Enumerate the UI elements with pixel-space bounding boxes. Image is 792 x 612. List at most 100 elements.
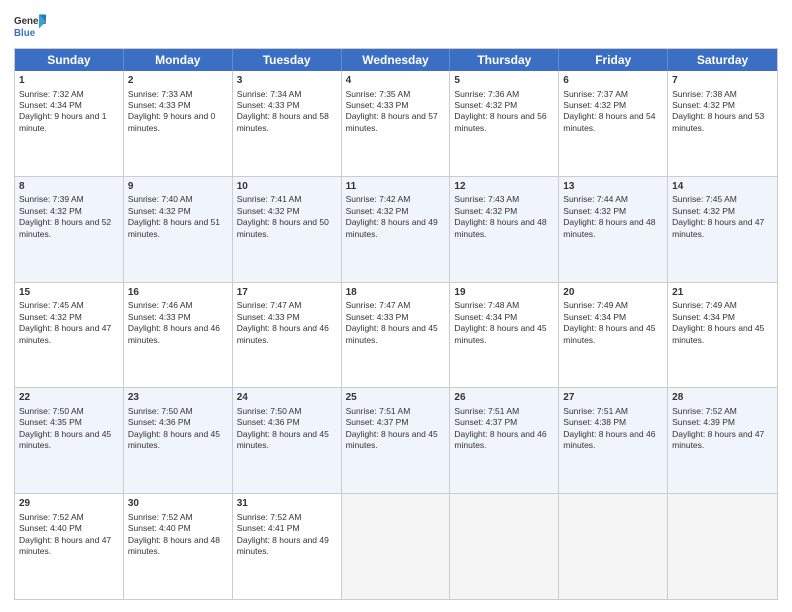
sunrise-label: Sunrise: 7:47 AM (346, 300, 411, 310)
calendar-cell: 27Sunrise: 7:51 AMSunset: 4:38 PMDayligh… (559, 388, 668, 493)
calendar-cell: 8Sunrise: 7:39 AMSunset: 4:32 PMDaylight… (15, 177, 124, 282)
sunrise-label: Sunrise: 7:52 AM (19, 512, 84, 522)
sunrise-label: Sunrise: 7:49 AM (672, 300, 737, 310)
sunrise-label: Sunrise: 7:33 AM (128, 89, 193, 99)
daylight-label: Daylight: 8 hours and 45 minutes. (346, 323, 438, 344)
day-number: 5 (454, 74, 554, 88)
daylight-label: Daylight: 9 hours and 0 minutes. (128, 111, 215, 132)
sunrise-label: Sunrise: 7:37 AM (563, 89, 628, 99)
daylight-label: Daylight: 8 hours and 45 minutes. (563, 323, 655, 344)
daylight-label: Daylight: 8 hours and 47 minutes. (672, 429, 764, 450)
sunset-label: Sunset: 4:33 PM (346, 100, 409, 110)
day-number: 3 (237, 74, 337, 88)
sunset-label: Sunset: 4:34 PM (672, 312, 735, 322)
sunrise-label: Sunrise: 7:48 AM (454, 300, 519, 310)
day-number: 11 (346, 180, 446, 194)
sunset-label: Sunset: 4:32 PM (19, 312, 82, 322)
day-number: 8 (19, 180, 119, 194)
calendar-cell: 7Sunrise: 7:38 AMSunset: 4:32 PMDaylight… (668, 71, 777, 176)
day-number: 10 (237, 180, 337, 194)
sunset-label: Sunset: 4:34 PM (19, 100, 82, 110)
sunrise-label: Sunrise: 7:45 AM (672, 194, 737, 204)
daylight-label: Daylight: 9 hours and 1 minute. (19, 111, 106, 132)
sunset-label: Sunset: 4:32 PM (128, 206, 191, 216)
header: General Blue (14, 12, 778, 40)
calendar-cell: 22Sunrise: 7:50 AMSunset: 4:35 PMDayligh… (15, 388, 124, 493)
day-number: 23 (128, 391, 228, 405)
day-number: 22 (19, 391, 119, 405)
sunrise-label: Sunrise: 7:49 AM (563, 300, 628, 310)
calendar: Sunday Monday Tuesday Wednesday Thursday… (14, 48, 778, 600)
daylight-label: Daylight: 8 hours and 56 minutes. (454, 111, 546, 132)
sunrise-label: Sunrise: 7:44 AM (563, 194, 628, 204)
sunset-label: Sunset: 4:40 PM (19, 523, 82, 533)
daylight-label: Daylight: 8 hours and 45 minutes. (346, 429, 438, 450)
sunrise-label: Sunrise: 7:39 AM (19, 194, 84, 204)
calendar-cell: 19Sunrise: 7:48 AMSunset: 4:34 PMDayligh… (450, 283, 559, 388)
calendar-cell: 3Sunrise: 7:34 AMSunset: 4:33 PMDaylight… (233, 71, 342, 176)
daylight-label: Daylight: 8 hours and 46 minutes. (128, 323, 220, 344)
sunrise-label: Sunrise: 7:38 AM (672, 89, 737, 99)
calendar-cell: 25Sunrise: 7:51 AMSunset: 4:37 PMDayligh… (342, 388, 451, 493)
daylight-label: Daylight: 8 hours and 46 minutes. (454, 429, 546, 450)
daylight-label: Daylight: 8 hours and 48 minutes. (563, 217, 655, 238)
day-number: 2 (128, 74, 228, 88)
daylight-label: Daylight: 8 hours and 45 minutes. (128, 429, 220, 450)
sunset-label: Sunset: 4:32 PM (346, 206, 409, 216)
sunrise-label: Sunrise: 7:47 AM (237, 300, 302, 310)
day-number: 17 (237, 286, 337, 300)
daylight-label: Daylight: 8 hours and 49 minutes. (237, 535, 329, 556)
sunset-label: Sunset: 4:37 PM (454, 417, 517, 427)
daylight-label: Daylight: 8 hours and 45 minutes. (237, 429, 329, 450)
header-wednesday: Wednesday (342, 49, 451, 71)
day-number: 7 (672, 74, 773, 88)
day-number: 14 (672, 180, 773, 194)
calendar-cell: 16Sunrise: 7:46 AMSunset: 4:33 PMDayligh… (124, 283, 233, 388)
day-number: 29 (19, 497, 119, 511)
day-number: 28 (672, 391, 773, 405)
calendar-cell: 4Sunrise: 7:35 AMSunset: 4:33 PMDaylight… (342, 71, 451, 176)
day-number: 21 (672, 286, 773, 300)
daylight-label: Daylight: 8 hours and 49 minutes. (346, 217, 438, 238)
daylight-label: Daylight: 8 hours and 47 minutes. (19, 535, 111, 556)
day-number: 13 (563, 180, 663, 194)
calendar-cell: 18Sunrise: 7:47 AMSunset: 4:33 PMDayligh… (342, 283, 451, 388)
sunset-label: Sunset: 4:33 PM (128, 312, 191, 322)
sunset-label: Sunset: 4:34 PM (454, 312, 517, 322)
calendar-cell: 29Sunrise: 7:52 AMSunset: 4:40 PM Dayligh… (15, 494, 124, 599)
header-monday: Monday (124, 49, 233, 71)
calendar-cell: 5Sunrise: 7:36 AMSunset: 4:32 PMDaylight… (450, 71, 559, 176)
sunrise-label: Sunrise: 7:52 AM (672, 406, 737, 416)
sunrise-label: Sunrise: 7:52 AM (237, 512, 302, 522)
header-friday: Friday (559, 49, 668, 71)
calendar-cell: 6Sunrise: 7:37 AMSunset: 4:32 PMDaylight… (559, 71, 668, 176)
day-number: 25 (346, 391, 446, 405)
sunrise-label: Sunrise: 7:40 AM (128, 194, 193, 204)
sunset-label: Sunset: 4:34 PM (563, 312, 626, 322)
day-number: 24 (237, 391, 337, 405)
daylight-label: Daylight: 8 hours and 54 minutes. (563, 111, 655, 132)
logo-icon: General Blue (14, 12, 46, 40)
sunset-label: Sunset: 4:33 PM (237, 312, 300, 322)
calendar-cell: 9Sunrise: 7:40 AMSunset: 4:32 PMDaylight… (124, 177, 233, 282)
page: General Blue Sunday Monday Tuesday Wedne… (0, 0, 792, 612)
day-number: 20 (563, 286, 663, 300)
day-number: 30 (128, 497, 228, 511)
daylight-label: Daylight: 8 hours and 47 minutes. (19, 323, 111, 344)
sunset-label: Sunset: 4:32 PM (563, 206, 626, 216)
daylight-label: Daylight: 8 hours and 48 minutes. (454, 217, 546, 238)
calendar-cell: 23Sunrise: 7:50 AMSunset: 4:36 PMDayligh… (124, 388, 233, 493)
sunset-label: Sunset: 4:32 PM (454, 206, 517, 216)
daylight-label: Daylight: 8 hours and 45 minutes. (454, 323, 546, 344)
day-number: 1 (19, 74, 119, 88)
day-number: 12 (454, 180, 554, 194)
calendar-cell (668, 494, 777, 599)
sunrise-label: Sunrise: 7:35 AM (346, 89, 411, 99)
calendar-cell: 17Sunrise: 7:47 AM Sunset: 4:33 PMDayligh… (233, 283, 342, 388)
sunset-label: Sunset: 4:32 PM (672, 100, 735, 110)
sunset-label: Sunset: 4:33 PM (237, 100, 300, 110)
calendar-cell (450, 494, 559, 599)
calendar-row-1: 1Sunrise: 7:32 AMSunset: 4:34 PMDaylight… (15, 71, 777, 176)
daylight-label: Daylight: 8 hours and 46 minutes. (563, 429, 655, 450)
daylight-label: Daylight: 8 hours and 46 minutes. (237, 323, 329, 344)
